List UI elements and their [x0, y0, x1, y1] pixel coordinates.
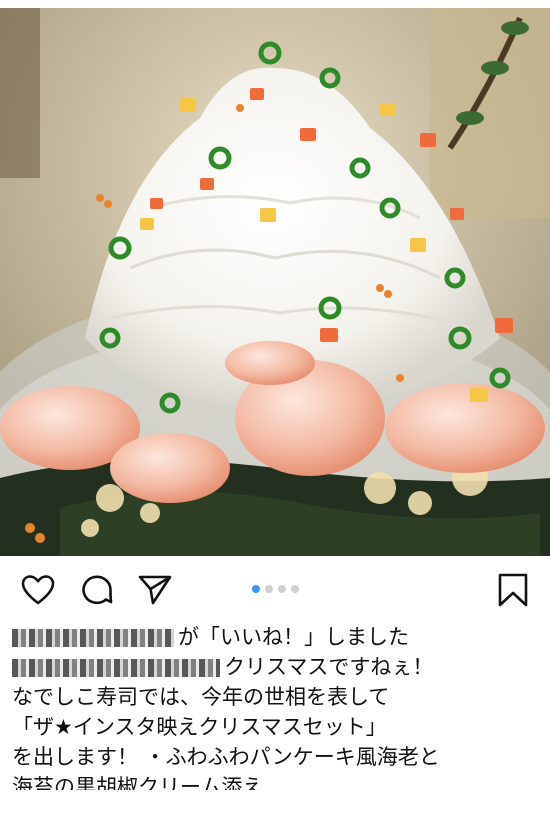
caption-line-2: なでしこ寿司では、今年の世相を表して	[12, 685, 390, 709]
top-strip	[0, 0, 550, 8]
caption-line-3: 「ザ★インスタ映えクリスマスセット」	[12, 715, 387, 739]
post-photo[interactable]	[0, 8, 550, 556]
carousel-dot-3	[277, 585, 286, 593]
carousel-dot-1	[251, 585, 260, 593]
caption-line-4: を出します！ ・ふわふわパンケーキ風海老と	[12, 745, 440, 769]
caption-line-1-text: クリスマスですねぇ！	[224, 655, 434, 679]
redacted-username	[12, 629, 174, 647]
carousel-indicator	[0, 585, 550, 597]
food-illustration	[0, 8, 550, 556]
liked-by-text: が「いいね！」しました	[178, 625, 409, 649]
post-caption: が「いいね！」しました クリスマスですねぇ！ なでしこ寿司では、今年の世相を表し…	[12, 622, 542, 790]
carousel-dot-2	[264, 585, 273, 593]
carousel-dot-4	[290, 585, 299, 593]
caption-line-1: クリスマスですねぇ！	[12, 652, 542, 682]
redacted-account-name	[12, 659, 220, 677]
liked-by-line[interactable]: が「いいね！」しました	[12, 622, 542, 652]
caption-line-5: 海苔の黒胡椒クリーム添え	[12, 775, 264, 790]
